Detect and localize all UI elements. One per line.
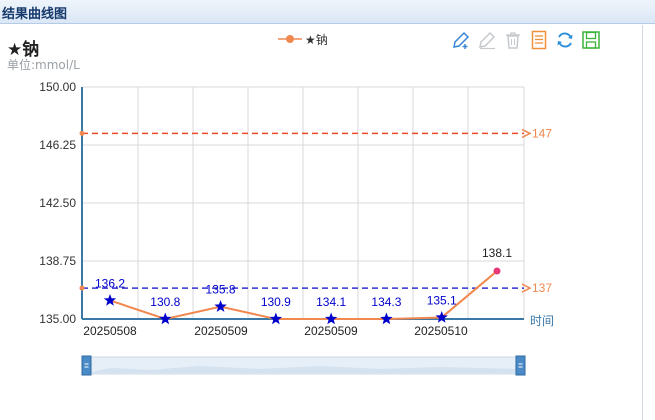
x-tick-label: 20250509 (304, 324, 358, 338)
y-tick-label: 135.00 (39, 312, 76, 326)
data-label: 134.1 (316, 295, 346, 309)
x-tick-label: 20250508 (83, 324, 137, 338)
data-zoom-handle-right[interactable] (515, 355, 526, 376)
data-label: 135.1 (427, 293, 457, 307)
reference-line-label: 137 (532, 281, 552, 295)
data-point[interactable] (324, 312, 338, 325)
data-label: 134.3 (371, 295, 401, 309)
x-axis-title: 时间 (530, 314, 554, 328)
x-tick-label: 20250509 (194, 324, 248, 338)
data-label: 135.8 (206, 283, 236, 297)
reference-line-start-dot (79, 130, 85, 136)
reference-line-label: 147 (532, 126, 552, 140)
y-tick-label: 138.75 (39, 254, 76, 268)
y-tick-label: 150.00 (39, 80, 76, 94)
data-point[interactable] (214, 300, 227, 312)
y-tick-label: 142.50 (39, 196, 76, 210)
reference-line-start-dot (79, 285, 85, 291)
data-point[interactable] (493, 267, 501, 275)
data-label: 130.8 (150, 295, 180, 309)
data-zoom-handle-left[interactable] (81, 355, 92, 376)
data-point[interactable] (269, 312, 283, 325)
data-point[interactable] (380, 312, 393, 325)
data-point[interactable] (159, 312, 172, 325)
data-label: 130.9 (261, 295, 291, 309)
data-label: 136.2 (95, 276, 125, 290)
x-tick-label: 20250510 (414, 324, 468, 338)
line-chart: 150.00 146.25 142.50 138.75 135.00 时间 20250508… (39, 80, 554, 376)
y-tick-label: 146.25 (39, 138, 76, 152)
data-label: 138.1 (482, 246, 512, 260)
data-point[interactable] (103, 293, 117, 306)
